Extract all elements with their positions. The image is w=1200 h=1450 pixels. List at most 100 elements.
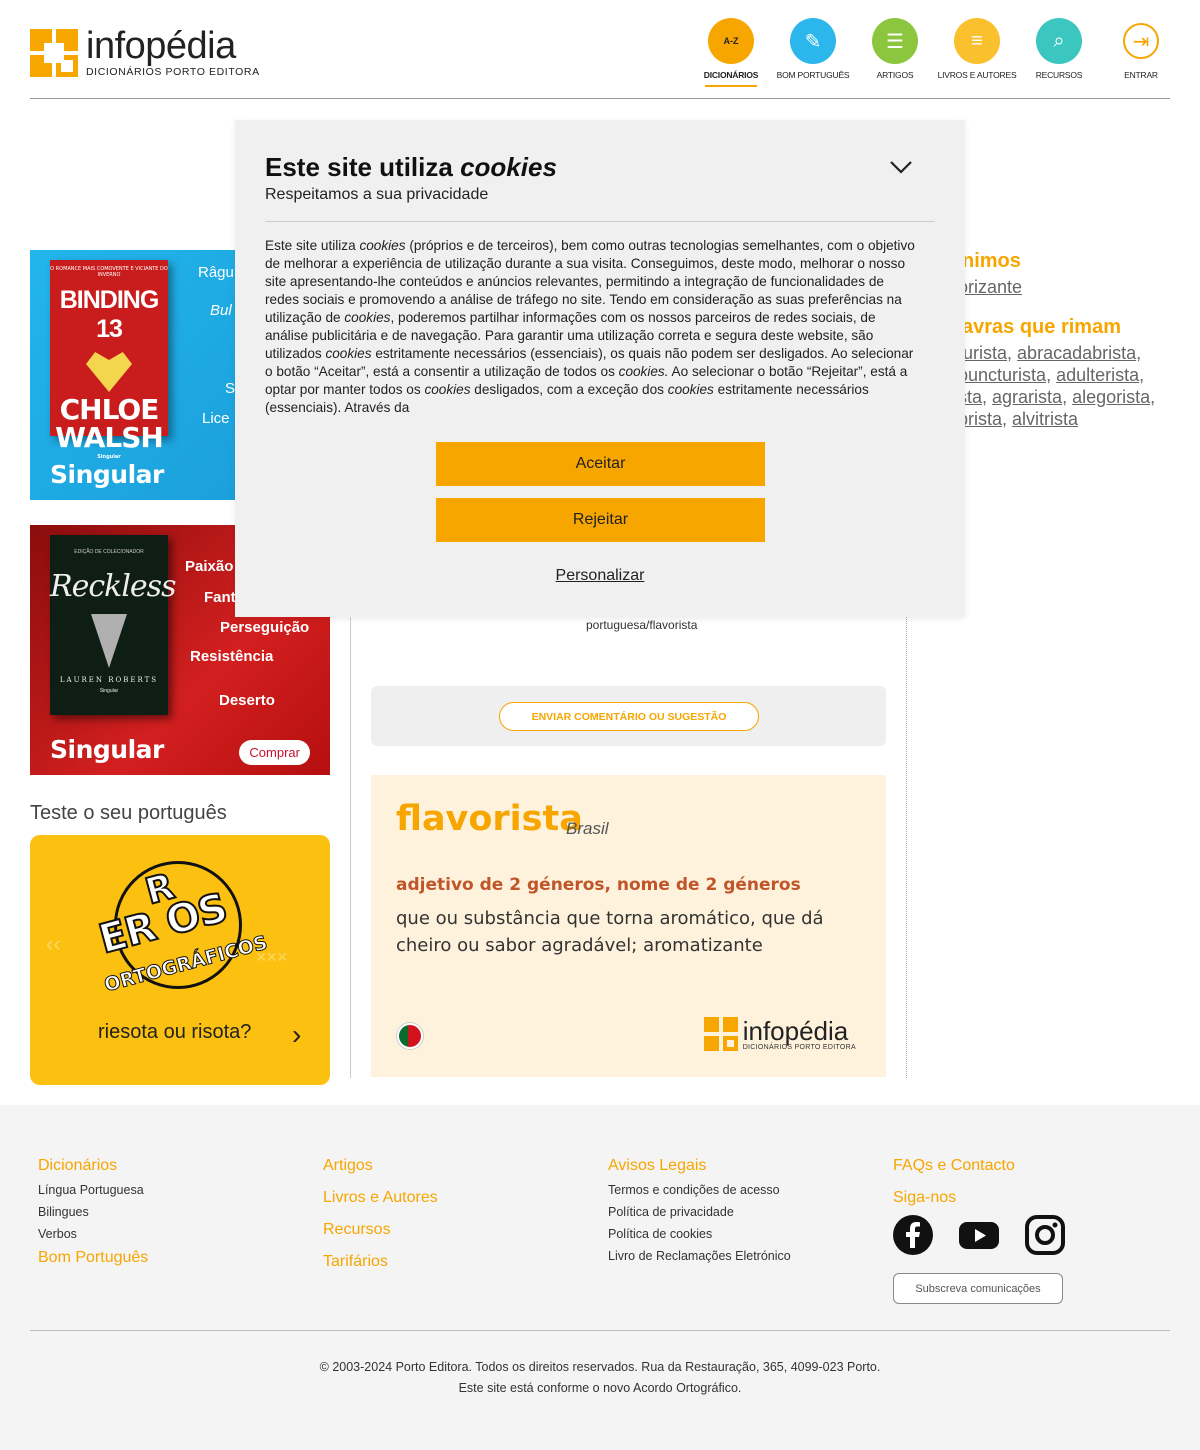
document-icon: ☰ [872,18,918,64]
main-nav: A-Z DICIONÁRIOS ✎ BOM PORTUGUÊS ☰ ARTIGOS ≡ LIV… [690,18,1182,87]
variant-label: Brasil [566,819,609,838]
nav-item-livros-e-autores[interactable]: ≡ LIVROS E AUTORES [936,18,1018,87]
reject-button[interactable]: Rejeitar [436,498,765,542]
nav-item-bom-português[interactable]: ✎ BOM PORTUGUÊS [772,18,854,87]
entry-url: portuguesa/flavorista [586,618,698,632]
send-comment-button[interactable]: ENVIAR COMENTÁRIO OU SUGESTÃO [499,702,759,731]
nav-label: DICIONÁRIOS [703,70,759,80]
definition-card: flavorista Brasil adjetivo de 2 géneros,… [371,775,886,1077]
mini-logo-sub: DICIONÁRIOS PORTO EDITORA [742,1043,856,1051]
site-footer: Dicionários Língua Portuguesa Bilingues … [0,1105,1200,1450]
rhyme-link[interactable]: abracadabrista [1017,343,1136,363]
ad-word: S [225,380,236,397]
site-logo[interactable]: infopédia DICIONÁRIOS PORTO EDITORA [30,25,260,78]
copyright-line: Este site está conforme o novo Acordo Or… [458,1381,742,1395]
cookie-consent-dialog: Este site utiliza cookies Respeitamos a … [235,120,965,617]
separator: , [1139,365,1145,385]
footer-link[interactable]: Política de privacidade [608,1205,791,1219]
facebook-icon[interactable] [893,1215,933,1255]
header-divider [30,98,1170,99]
rhyme-link[interactable]: agrarista [992,387,1062,407]
quiz-question[interactable]: riesota ou risota? [98,1021,251,1044]
cookie-body-text: Este site utiliza cookies (próprios e de… [265,237,915,419]
instagram-icon[interactable] [1025,1215,1065,1255]
nav-label: ENTRAR [1124,70,1158,80]
cookie-body-italic: cookies [424,382,471,397]
chevron-down-icon[interactable] [889,158,913,176]
ad-book-cover: O ROMANCE MAIS COMOVENTE E VICIANTE DO I… [50,260,168,460]
separator: , [1007,343,1018,363]
separator: , [1002,409,1013,429]
cookie-title-text: Este site utiliza [265,152,461,182]
ad-book-cover: EDIÇÃO DE COLECIONADOR Reckless LAUREN R… [50,535,176,715]
footer-col-legal: Avisos Legais Termos e condições de aces… [608,1157,791,1271]
cookie-body-italic: cookies. [618,364,669,379]
dictionary-icon: A-Z [708,18,754,64]
nav-item-artigos[interactable]: ☰ ARTIGOS [854,18,936,87]
comment-box: ENVIAR COMENTÁRIO OU SUGESTÃO [371,686,886,746]
footer-link[interactable]: Livro de Reclamações Eletrónico [608,1249,791,1263]
logo-name: infopédia [86,25,236,67]
nav-label: LIVROS E AUTORES [937,70,1017,80]
checklist-icon: ✎ [790,18,836,64]
footer-heading-link[interactable]: Recursos [323,1221,438,1239]
footer-link[interactable]: Verbos [38,1227,148,1241]
cookie-body-italic: cookies [667,382,714,397]
deco-arrows-icon: ‹‹ [46,931,61,956]
footer-link[interactable]: Política de cookies [608,1227,791,1241]
nav-label: ARTIGOS [876,70,914,80]
rhyme-link[interactable]: adulterista [1056,365,1139,385]
subscribe-button[interactable]: Subscreva comunicações [893,1273,1063,1304]
ad-word: Paixão [185,558,234,575]
rhyme-link[interactable]: alvitrista [1012,409,1078,429]
footer-heading-link[interactable]: Bom Português [38,1249,148,1267]
nav-item-recursos[interactable]: ⌕ RECURSOS [1018,18,1100,87]
portugal-flag-icon[interactable] [397,1023,423,1049]
infopedia-logo-icon [703,1017,738,1051]
footer-heading-link[interactable]: Avisos Legais [608,1157,791,1175]
ad-word: Bul [210,302,232,319]
footer-link[interactable]: Língua Portuguesa [38,1183,148,1197]
active-tab-indicator [705,85,757,87]
mini-logo-name: infopédia [742,1015,849,1046]
cookie-title: Este site utiliza cookies [265,152,557,183]
column-divider [350,610,351,1078]
footer-heading-link[interactable]: Artigos [323,1157,438,1175]
buy-button[interactable]: Comprar [239,740,310,765]
rhyme-link[interactable]: alegorista [1072,387,1150,407]
footer-heading-link[interactable]: Tarifários [323,1253,438,1271]
footer-heading-link[interactable]: Livros e Autores [323,1189,438,1207]
infopedia-mini-logo: infopédia DICIONÁRIOS PORTO EDITORA [703,1015,856,1051]
rhyme-link[interactable]: puncturista [958,365,1046,385]
footer-link[interactable]: Bilingues [38,1205,148,1219]
footer-heading-link[interactable]: FAQs e Contacto [893,1157,1065,1175]
infopedia-logo-icon [30,29,78,77]
singular-logo: Singular [50,735,164,764]
logo-subtitle: DICIONÁRIOS PORTO EDITORA [86,66,260,78]
chevron-right-icon[interactable]: › [292,1019,301,1051]
accept-button[interactable]: Aceitar [436,442,765,486]
synonyms-list: orizante [958,276,1022,298]
books-icon: ≡ [954,18,1000,64]
youtube-icon[interactable] [959,1215,999,1255]
rhymes-list: turista, abracadabrista, puncturista, adu… [958,342,1155,430]
erros-ortograficos-card[interactable]: R ER OS ORTOGRÁFICOS ‹‹ ××× riesota ou r… [30,835,330,1085]
rhyme-link[interactable]: turista [958,343,1007,363]
nav-item-entrar[interactable]: ⇥ ENTRAR [1100,18,1182,87]
ad-word: Perseguição [220,619,310,636]
copyright-line: © 2003-2024 Porto Editora. Todos os dire… [319,1360,881,1374]
word-class: adjetivo de 2 géneros, nome de 2 géneros [396,875,801,895]
copyright: © 2003-2024 Porto Editora. Todos os dire… [0,1357,1200,1399]
separator: , [1150,387,1156,407]
footer-heading-link[interactable]: Dicionários [38,1157,148,1175]
footer-link[interactable]: Termos e condições de acesso [608,1183,791,1197]
rhymes-heading: avras que rimam [962,316,1121,338]
cookie-body-segment: Este site utiliza [265,238,360,253]
ad-word: Resistência [190,648,274,665]
nav-item-dicionários[interactable]: A-Z DICIONÁRIOS [690,18,772,87]
separator: , [1062,387,1073,407]
cookie-body-italic: cookies [359,238,406,253]
deco-x-icon: ××× [256,947,288,967]
customize-link[interactable]: Personalizar [235,567,965,585]
synonym-link[interactable]: orizante [958,277,1022,297]
